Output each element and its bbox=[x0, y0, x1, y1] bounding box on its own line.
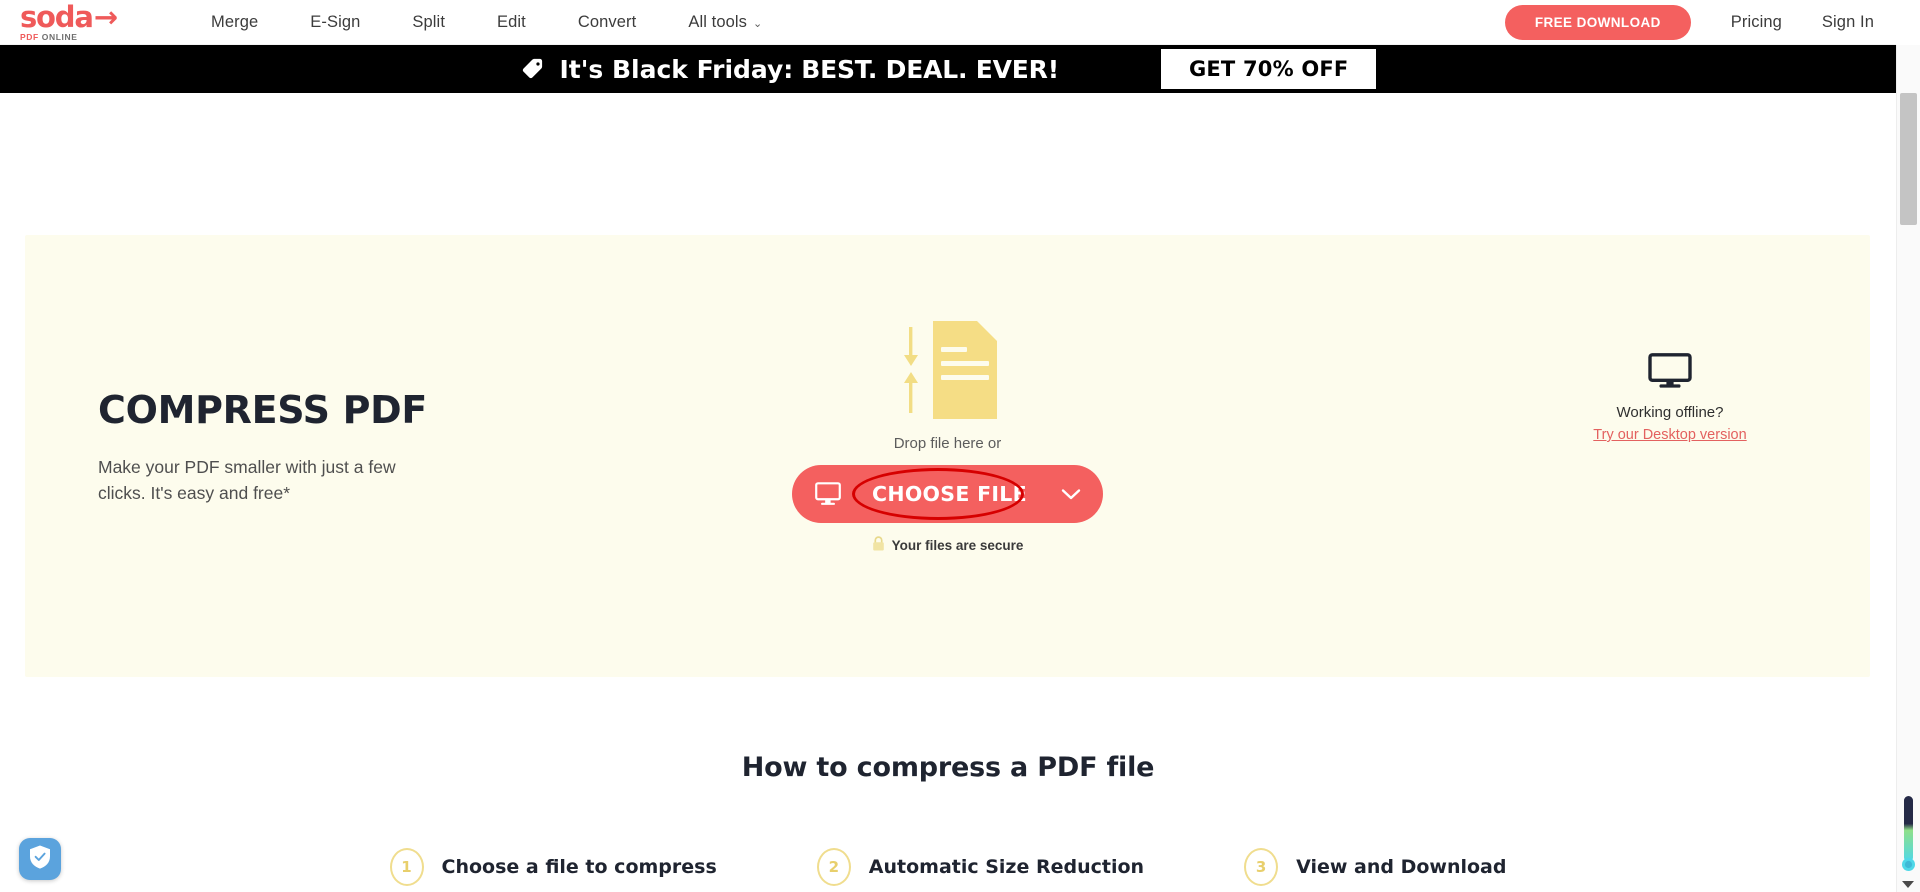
compress-document-icon bbox=[898, 321, 997, 419]
page-scrollbar-thumb[interactable] bbox=[1900, 93, 1917, 225]
shield-check-icon bbox=[28, 844, 52, 875]
choose-file-label: CHOOSE FILE bbox=[872, 482, 1027, 506]
nav-item-edit[interactable]: Edit bbox=[471, 13, 552, 32]
howto-section-title: How to compress a PDF file bbox=[741, 752, 1155, 783]
privacy-consent-badge[interactable] bbox=[19, 838, 61, 880]
free-download-button[interactable]: FREE DOWNLOAD bbox=[1504, 5, 1691, 40]
nav-item-pricing[interactable]: Pricing bbox=[1691, 13, 1782, 32]
hero-text-block: COMPRESS PDF Make your PDF smaller with … bbox=[98, 388, 518, 506]
promo-banner-content: It's Black Friday: BEST. DEAL. EVER! GET… bbox=[520, 49, 1377, 89]
promo-emphasis-text: BEST. DEAL. EVER! bbox=[801, 54, 1059, 84]
page-subtitle: Make your PDF smaller with just a few cl… bbox=[98, 456, 396, 504]
howto-step-3: 3 View and Download bbox=[1244, 848, 1506, 886]
compress-arrows-icon bbox=[904, 327, 918, 413]
file-drop-zone[interactable]: Drop file here or CHOOSE FILE Your files… bbox=[738, 321, 1158, 554]
nav-item-convert[interactable]: Convert bbox=[552, 13, 662, 32]
page-root: soda → PDF ONLINE Merge E-Sign Split Edi… bbox=[0, 0, 1920, 892]
get-70-percent-off-button[interactable]: GET 70% OFF bbox=[1160, 49, 1377, 89]
nav-item-split[interactable]: Split bbox=[386, 13, 471, 32]
scroll-down-arrow-icon[interactable] bbox=[1902, 881, 1914, 888]
chevron-down-icon: ⌄ bbox=[753, 18, 763, 30]
primary-nav-links: Merge E-Sign Split Edit Convert All tool… bbox=[185, 0, 788, 45]
step-number-badge: 3 bbox=[1244, 848, 1279, 886]
top-navigation-bar: soda → PDF ONLINE Merge E-Sign Split Edi… bbox=[0, 0, 1896, 45]
black-friday-promo-banner: It's Black Friday: BEST. DEAL. EVER! GET… bbox=[0, 45, 1896, 93]
logo-arrow-icon: → bbox=[93, 0, 118, 34]
nav-item-merge[interactable]: Merge bbox=[185, 13, 284, 32]
soda-pdf-logo[interactable]: soda → PDF ONLINE bbox=[20, 2, 130, 42]
promo-lead-text: It's Black Friday: bbox=[559, 54, 794, 84]
logo-subtitle: PDF ONLINE bbox=[20, 33, 130, 42]
nav-item-esign[interactable]: E-Sign bbox=[284, 13, 386, 32]
document-page-icon bbox=[933, 321, 997, 419]
howto-step-1: 1 Choose a file to compress bbox=[389, 848, 717, 886]
price-tag-icon bbox=[520, 56, 546, 82]
logo-sub-pdf: PDF bbox=[20, 31, 39, 42]
lock-icon bbox=[872, 536, 885, 554]
howto-step-2: 2 Automatic Size Reduction bbox=[816, 848, 1145, 886]
step-label: View and Download bbox=[1296, 856, 1507, 878]
logo-wordmark: soda → bbox=[20, 0, 130, 34]
page-scrollbar-track[interactable] bbox=[1896, 45, 1920, 892]
promo-banner-text: It's Black Friday: BEST. DEAL. EVER! bbox=[559, 54, 1060, 84]
logo-text: soda bbox=[20, 0, 94, 34]
step-label: Automatic Size Reduction bbox=[868, 856, 1145, 878]
logo-sub-online: ONLINE bbox=[41, 31, 78, 42]
step-number-badge: 1 bbox=[389, 848, 424, 886]
files-secure-notice: Your files are secure bbox=[872, 536, 1024, 554]
nav-item-all-tools-label: All tools bbox=[688, 13, 748, 31]
desktop-monitor-icon bbox=[1648, 353, 1692, 393]
drop-file-hint-label: Drop file here or bbox=[893, 435, 1002, 452]
desktop-version-link[interactable]: Try our Desktop version bbox=[1593, 427, 1746, 443]
nav-item-sign-in[interactable]: Sign In bbox=[1782, 13, 1874, 32]
nav-right-actions: FREE DOWNLOAD Pricing Sign In bbox=[1504, 0, 1874, 45]
choose-file-control-group: CHOOSE FILE bbox=[792, 465, 1103, 523]
howto-steps-list: 1 Choose a file to compress 2 Automatic … bbox=[0, 848, 1896, 886]
choose-file-chevron-down-icon[interactable] bbox=[1061, 488, 1081, 501]
page-title: COMPRESS PDF bbox=[98, 388, 428, 432]
working-offline-label: Working offline? bbox=[1616, 404, 1724, 421]
step-number-badge: 2 bbox=[816, 848, 851, 886]
compress-pdf-hero-panel: COMPRESS PDF Make your PDF smaller with … bbox=[25, 235, 1870, 677]
scroll-progress-indicator bbox=[1899, 792, 1918, 874]
step-label: Choose a file to compress bbox=[441, 856, 717, 878]
files-secure-label: Your files are secure bbox=[891, 537, 1024, 553]
choose-file-button[interactable]: CHOOSE FILE bbox=[792, 465, 1103, 523]
working-offline-block: Working offline? Try our Desktop version bbox=[1560, 353, 1780, 444]
nav-item-all-tools[interactable]: All tools ⌄ bbox=[662, 13, 788, 32]
